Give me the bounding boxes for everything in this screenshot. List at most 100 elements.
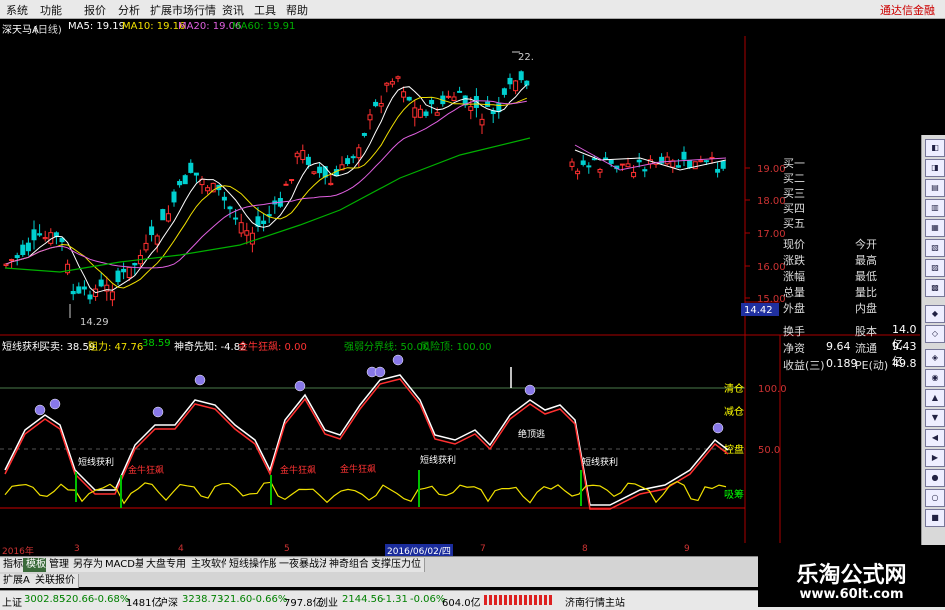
sz-change: -21.60 bbox=[220, 594, 253, 605]
signal-face-icon bbox=[392, 354, 404, 366]
date-axis: 2016年 3 4 5 2016/06/02/四 7 8 9 bbox=[0, 543, 745, 557]
tab-extension-a[interactable]: 扩展A bbox=[0, 574, 34, 588]
indicator-name[interactable]: 短线获利 bbox=[2, 338, 42, 353]
watermark-url: www.60lt.com bbox=[799, 587, 904, 602]
toolbar-btn-6[interactable]: ▧ bbox=[925, 239, 945, 257]
menu-analysis[interactable]: 分析 bbox=[118, 2, 140, 18]
cy-change: -1.31 bbox=[382, 594, 408, 605]
candle bbox=[182, 174, 188, 185]
toolbar-btn-14[interactable]: ▼ bbox=[925, 409, 945, 427]
signal-face-icon bbox=[712, 422, 724, 434]
signal-label: 短线获利 bbox=[420, 454, 456, 466]
ma60-value: MA60: 19.91 bbox=[232, 21, 296, 32]
toolbar-btn-2[interactable]: ◨ bbox=[925, 159, 945, 177]
buy-5: 买五 bbox=[783, 217, 805, 230]
signal-bar bbox=[580, 470, 582, 506]
toolbar-btn-7[interactable]: ▨ bbox=[925, 259, 945, 277]
buy-sell-value: 买卖: 38.59 bbox=[40, 342, 96, 353]
net-assets-value: 9.64 bbox=[826, 340, 851, 353]
tab-overnight-method[interactable]: 一夜暴战法 bbox=[276, 558, 333, 572]
toolbar-btn-10[interactable]: ◇ bbox=[925, 325, 945, 343]
low-price-note: 14.29 bbox=[80, 317, 109, 328]
tab-related-quote[interactable]: 关联报价 bbox=[32, 574, 79, 588]
sz-pct: -0.66% bbox=[252, 594, 288, 605]
watermark: 乐淘公式网 www.60lt.com bbox=[758, 555, 945, 607]
pe-value: 49.8 bbox=[892, 357, 917, 370]
market-breadth-bar bbox=[484, 595, 554, 605]
field-change-pct: 涨幅 bbox=[783, 270, 805, 283]
field-high: 最高 bbox=[855, 254, 877, 267]
toolbar-btn-13[interactable]: ▲ bbox=[925, 389, 945, 407]
toolbar-btn-18[interactable]: ○ bbox=[925, 489, 945, 507]
toolbar-btn-11[interactable]: ◈ bbox=[925, 349, 945, 367]
tab-support-resistance[interactable]: 支撑压力位 bbox=[368, 558, 425, 572]
sz-amount: 797.8亿 bbox=[284, 598, 323, 609]
buy-2: 买二 bbox=[783, 172, 805, 185]
signal-face-icon bbox=[374, 366, 386, 378]
toolbar-btn-1[interactable]: ◧ bbox=[925, 139, 945, 157]
signal-label: 金牛狂飙 bbox=[340, 463, 376, 475]
risk-top-value: 风险顶: 100.00 bbox=[420, 342, 492, 353]
menu-tools[interactable]: 工具 bbox=[254, 2, 276, 18]
period-label: (日线) bbox=[34, 25, 62, 36]
toolbar-btn-12[interactable]: ◉ bbox=[925, 369, 945, 387]
signal-label: 短线获利 bbox=[582, 456, 618, 468]
ind-tick-100: 100.0 bbox=[758, 384, 787, 395]
watermark-title: 乐淘公式网 bbox=[796, 562, 907, 588]
buy-4: 买四 bbox=[783, 202, 805, 215]
toolbar-btn-4[interactable]: ▥ bbox=[925, 199, 945, 217]
brand-label: 通达信金融 bbox=[880, 4, 935, 17]
cy-pct: -0.06% bbox=[410, 594, 446, 605]
resistance-value: 阻力: 47.76 bbox=[88, 342, 144, 353]
sz-value: 3238.73 bbox=[182, 594, 224, 605]
foresee-value: 神奇先知: -4.82 bbox=[174, 342, 247, 353]
ma5-value: MA5: 19.19 bbox=[68, 21, 126, 32]
signal-bar bbox=[120, 475, 122, 508]
field-change: 涨跌 bbox=[783, 254, 805, 267]
toolbar-btn-5[interactable]: ▦ bbox=[925, 219, 945, 237]
tab-manage[interactable]: 管理 bbox=[46, 558, 73, 572]
field-low: 最低 bbox=[855, 270, 877, 283]
toolbar-btn-17[interactable]: ● bbox=[925, 469, 945, 487]
field-open: 今开 bbox=[855, 238, 877, 251]
toolbar-btn-9[interactable]: ◆ bbox=[925, 305, 945, 323]
tab-short-term-stocks[interactable]: 短线操作股 bbox=[226, 558, 283, 572]
field-volume: 总量 bbox=[783, 286, 805, 299]
label-reduce-position: 减仓 bbox=[724, 405, 744, 418]
toolbar-btn-16[interactable]: ▶ bbox=[925, 449, 945, 467]
sh-pct: -0.68% bbox=[94, 594, 130, 605]
cy-value: 2144.56 bbox=[342, 594, 384, 605]
tab-market-special[interactable]: 大盘专用 bbox=[143, 558, 190, 572]
toolbar-btn-3[interactable]: ▤ bbox=[925, 179, 945, 197]
tab-magic-combo[interactable]: 神奇组合 bbox=[326, 558, 373, 572]
signal-bar bbox=[270, 475, 272, 505]
menu-help[interactable]: 帮助 bbox=[286, 2, 308, 18]
toolbar-btn-8[interactable]: ▩ bbox=[925, 279, 945, 297]
indicator-v3: 38.59 bbox=[142, 338, 171, 349]
eps-value: 0.189 bbox=[826, 357, 858, 370]
menu-system[interactable]: 系统 bbox=[6, 2, 28, 18]
menu-function[interactable]: 功能 bbox=[40, 2, 62, 18]
sh-amount: 1481亿 bbox=[126, 598, 162, 609]
menu-extended-market[interactable]: 扩展市场行情 bbox=[150, 2, 216, 18]
field-capital: 股本 bbox=[855, 325, 877, 338]
date-month-5: 5 bbox=[284, 544, 290, 554]
label-absorb: 吸筹 bbox=[724, 488, 744, 501]
signal-bar bbox=[418, 470, 420, 507]
toolbar-btn-19[interactable]: ■ bbox=[925, 509, 945, 527]
buy-3: 买三 bbox=[783, 187, 805, 200]
candle bbox=[160, 208, 166, 221]
menu-quote[interactable]: 报价 bbox=[84, 2, 106, 18]
field-eps: 收益(三) bbox=[783, 359, 825, 372]
indicator-header: 短线获利 买卖: 38.59 阻力: 47.76 38.59 神奇先知: -4.… bbox=[0, 337, 740, 353]
golden-bull-value: 金牛狂飙: 0.00 bbox=[238, 342, 307, 353]
server-name[interactable]: 济南行情主站 bbox=[565, 594, 625, 609]
menu-info[interactable]: 资讯 bbox=[222, 2, 244, 18]
date-month-4: 4 bbox=[178, 544, 184, 554]
quote-panel: 买一 买二 买三 买四 买五 现价 今开 涨跌 最高 涨幅 最低 总量 量比 外… bbox=[740, 135, 920, 375]
menu-bar: 系统 功能 报价 分析 扩展市场行情 资讯 工具 帮助 通达信金融 bbox=[0, 0, 945, 19]
sh-value: 3002.85 bbox=[24, 594, 66, 605]
field-pe: PE(动) bbox=[855, 359, 889, 372]
sz-label: 沪深 bbox=[158, 598, 178, 609]
toolbar-btn-15[interactable]: ◀ bbox=[925, 429, 945, 447]
